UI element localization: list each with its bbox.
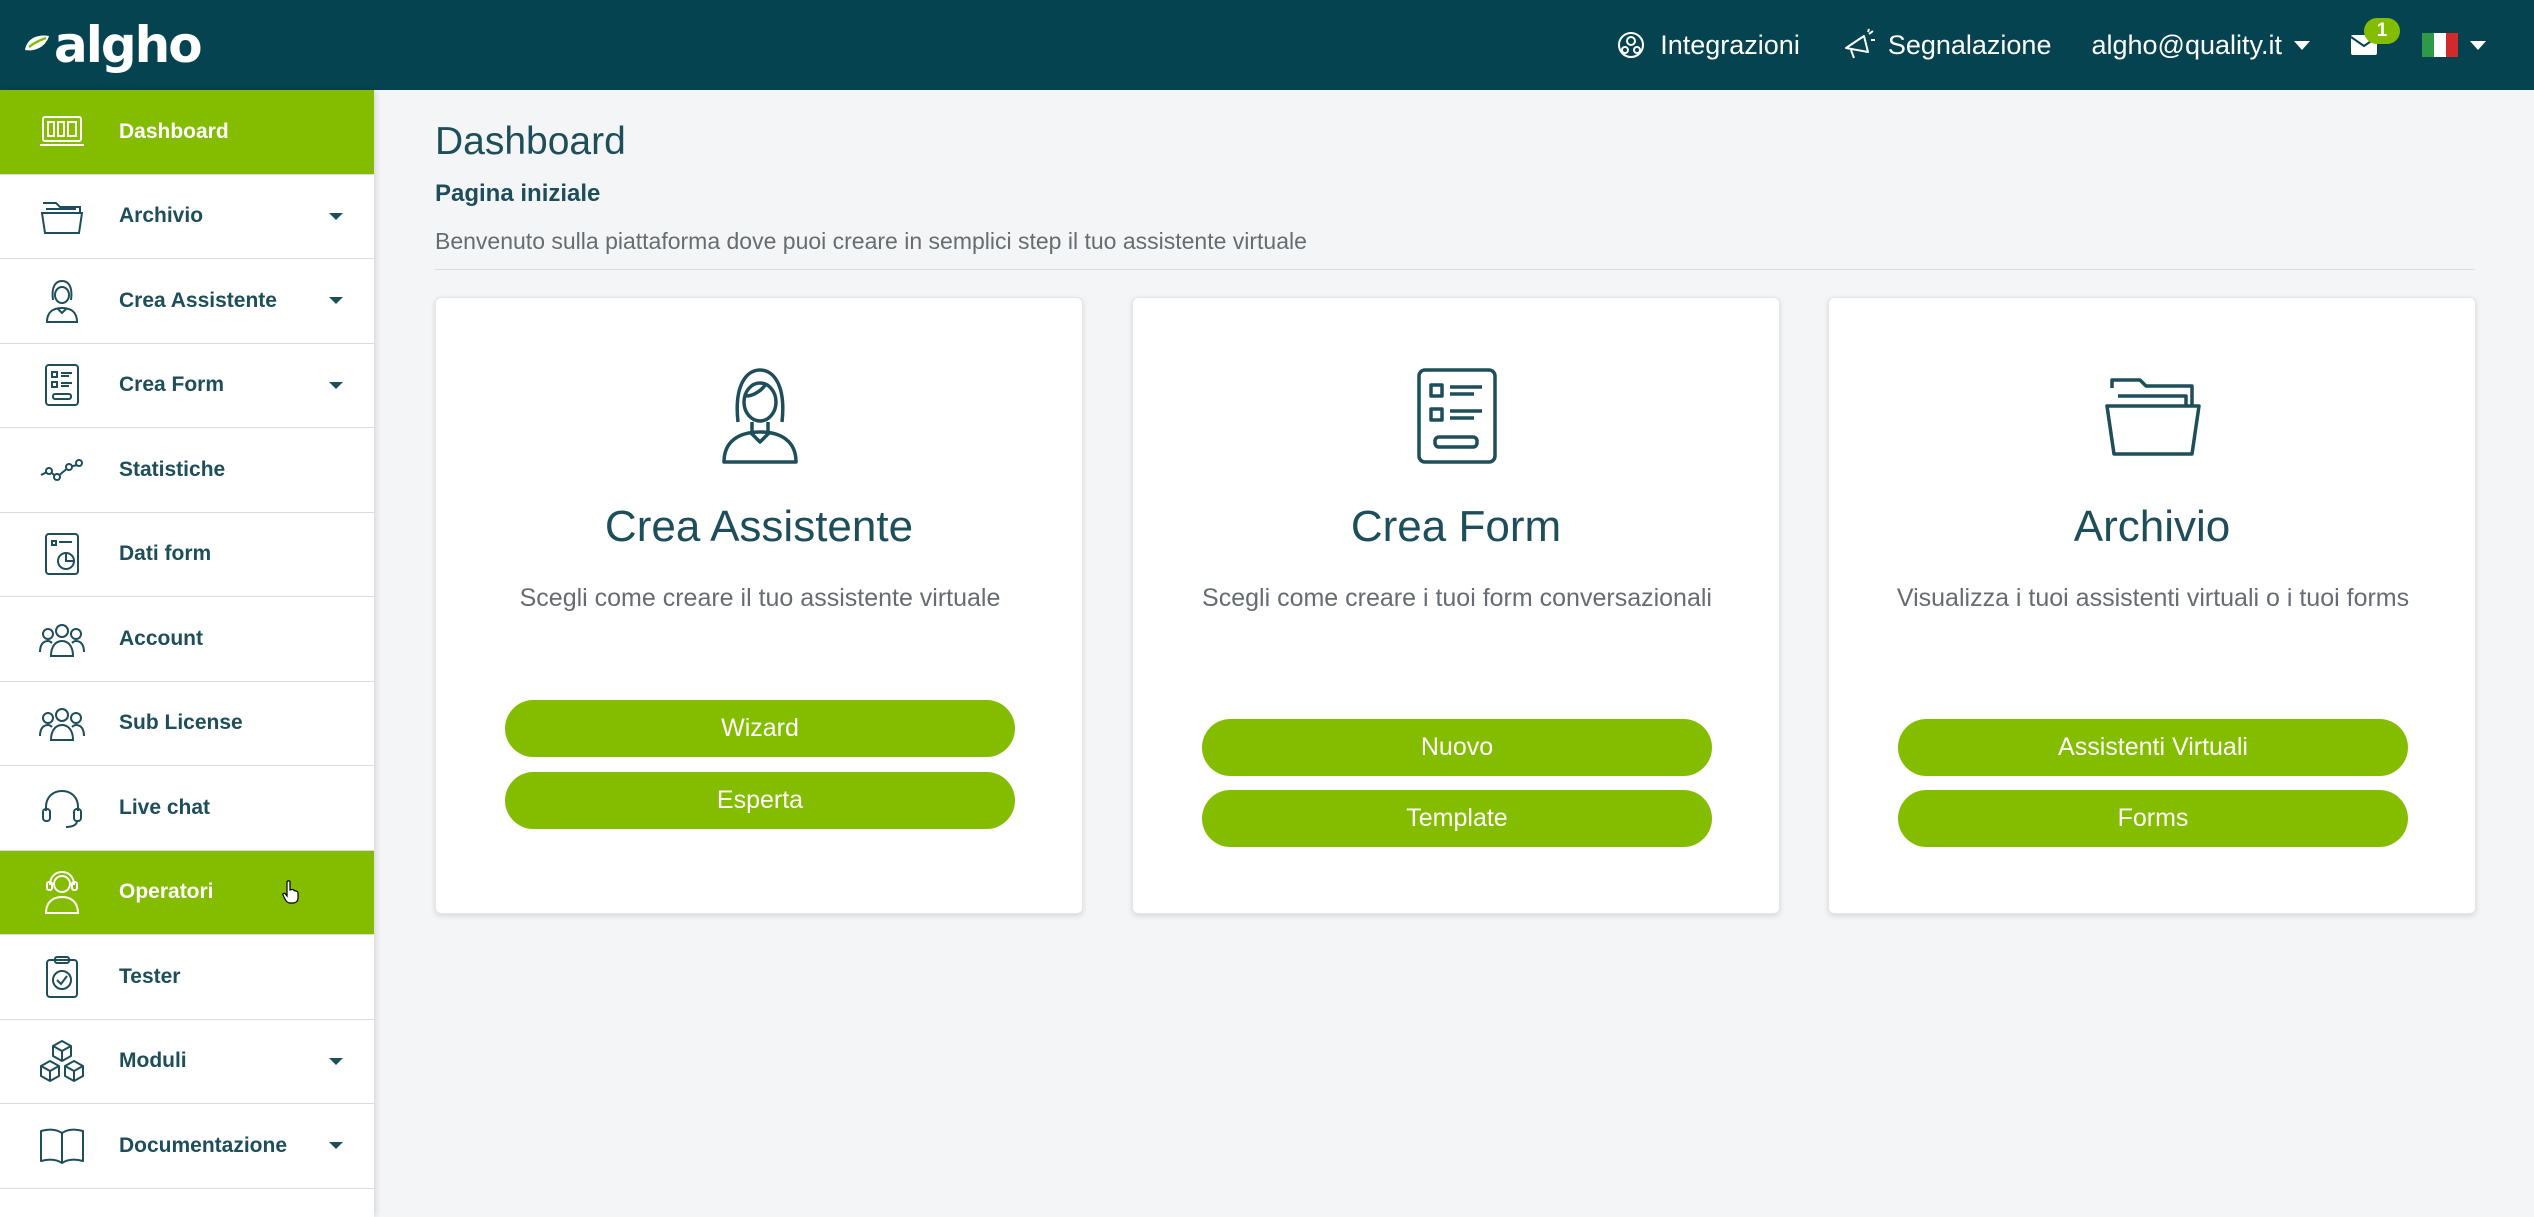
- form-data-icon: [38, 530, 86, 578]
- sidebar-item-label: Moduli: [119, 1049, 187, 1073]
- hand-cursor-icon: [282, 880, 299, 904]
- integrazioni-label: Integrazioni: [1660, 29, 1800, 60]
- users-icon: [38, 615, 86, 663]
- mail-badge: 1: [2364, 18, 2400, 44]
- template-button[interactable]: Template: [1202, 790, 1712, 847]
- sidebar-item-label: Crea Form: [119, 373, 225, 397]
- divider: [435, 269, 2475, 270]
- language-selector[interactable]: [2422, 0, 2534, 90]
- sidebar-item-label: Dati form: [119, 542, 212, 566]
- wizard-button[interactable]: Wizard: [505, 700, 1015, 757]
- page-title: Dashboard: [435, 120, 626, 163]
- user-email: algho@quality.it: [2091, 29, 2282, 60]
- chevron-down-icon: [2470, 40, 2486, 50]
- segnalazione-label: Segnalazione: [1887, 29, 2052, 60]
- sidebar-item-live-chat[interactable]: Live chat: [0, 766, 374, 851]
- card-archivio: Archivio Visualizza i tuoi assistenti vi…: [1828, 297, 2476, 914]
- sidebar-item-account[interactable]: Account: [0, 597, 374, 682]
- headset-icon: [38, 784, 86, 832]
- book-icon: [38, 1122, 86, 1170]
- integrations-icon: [1618, 32, 1645, 58]
- algho-logo[interactable]: algho: [22, 14, 203, 76]
- assistenti-virtuali-button[interactable]: Assistenti Virtuali: [1898, 719, 2408, 776]
- sidebar: Dashboard Archivio Crea Assistente Crea …: [0, 90, 374, 1217]
- cubes-icon: [38, 1037, 86, 1085]
- card-title: Crea Form: [1350, 502, 1562, 551]
- chevron-down-icon: [329, 1057, 343, 1065]
- operator-icon: [38, 868, 86, 916]
- sidebar-item-tester[interactable]: Tester: [0, 935, 374, 1020]
- form-icon: [38, 361, 86, 409]
- sidebar-item-label: Dashboard: [119, 119, 229, 143]
- chevron-down-icon: [329, 297, 343, 305]
- esperta-button[interactable]: Esperta: [505, 772, 1015, 829]
- form-icon: [1405, 364, 1509, 468]
- card-description: Visualizza i tuoi assistenti virtuali o …: [1896, 584, 2410, 612]
- segnalazione-link[interactable]: Segnalazione: [1842, 0, 2052, 90]
- card-title: Archivio: [2073, 502, 2231, 551]
- messages-button[interactable]: 1: [2350, 0, 2400, 90]
- sidebar-item-label: Live chat: [119, 795, 211, 819]
- sidebar-item-crea-assistente[interactable]: Crea Assistente: [0, 259, 374, 344]
- folder-icon: [38, 192, 86, 240]
- sidebar-item-label: Tester: [119, 964, 181, 988]
- leaf-logo-icon: [25, 35, 49, 51]
- card-description: Scegli come creare il tuo assistente vir…: [519, 584, 1001, 612]
- sidebar-item-label: Sub License: [119, 711, 243, 735]
- card-description: Scegli come creare i tuoi form conversaz…: [1202, 584, 1712, 612]
- assistant-icon: [708, 364, 812, 468]
- assistant-icon: [38, 277, 86, 325]
- stats-icon: [38, 446, 86, 494]
- sidebar-item-label: Account: [119, 626, 203, 650]
- sidebar-item-statistiche[interactable]: Statistiche: [0, 428, 374, 513]
- integrazioni-link[interactable]: Integrazioni: [1614, 0, 1800, 90]
- sidebar-item-label: Statistiche: [119, 457, 226, 481]
- sidebar-item-label: Documentazione: [119, 1133, 288, 1157]
- top-bar: algho Integrazioni Segnalazione algho@qu…: [0, 0, 2534, 90]
- sidebar-item-label: Crea Assistente: [119, 288, 277, 312]
- clipboard-check-icon: [38, 953, 86, 1001]
- sidebar-item-dati-form[interactable]: Dati form: [0, 513, 374, 597]
- sidebar-item-documentazione[interactable]: Documentazione: [0, 1104, 374, 1189]
- sidebar-item-label: Operatori: [119, 880, 214, 904]
- forms-button[interactable]: Forms: [1898, 790, 2408, 847]
- logo-wordmark: algho: [54, 16, 203, 74]
- italy-flag-icon: [2422, 33, 2458, 57]
- chevron-down-icon: [329, 381, 343, 389]
- sidebar-item-dashboard[interactable]: Dashboard: [0, 90, 374, 175]
- folder-icon: [2101, 364, 2205, 468]
- nuovo-button[interactable]: Nuovo: [1202, 719, 1712, 776]
- chevron-down-icon: [329, 1142, 343, 1150]
- page-subtitle: Pagina iniziale: [435, 180, 601, 207]
- sidebar-item-archivio[interactable]: Archivio: [0, 175, 374, 259]
- sidebar-item-moduli[interactable]: Moduli: [0, 1020, 374, 1104]
- card-title: Crea Assistente: [604, 502, 914, 551]
- megaphone-icon: [1844, 28, 1875, 59]
- sidebar-item-operatori[interactable]: Operatori: [0, 850, 374, 935]
- users-icon: [38, 699, 86, 747]
- user-menu[interactable]: algho@quality.it: [2091, 0, 2310, 90]
- sidebar-item-crea-form[interactable]: Crea Form: [0, 344, 374, 428]
- card-crea-form: Crea Form Scegli come creare i tuoi form…: [1132, 297, 1780, 914]
- sidebar-item-label: Archivio: [119, 204, 204, 228]
- dashboard-icon: [38, 108, 86, 156]
- card-crea-assistente: Crea Assistente Scegli come creare il tu…: [435, 297, 1083, 914]
- chevron-down-icon: [2294, 40, 2310, 50]
- page-description: Benvenuto sulla piattaforma dove puoi cr…: [435, 228, 1307, 254]
- top-nav: Integrazioni Segnalazione algho@quality.…: [1614, 0, 2534, 90]
- sidebar-item-sub-license[interactable]: Sub License: [0, 682, 374, 766]
- chevron-down-icon: [329, 212, 343, 220]
